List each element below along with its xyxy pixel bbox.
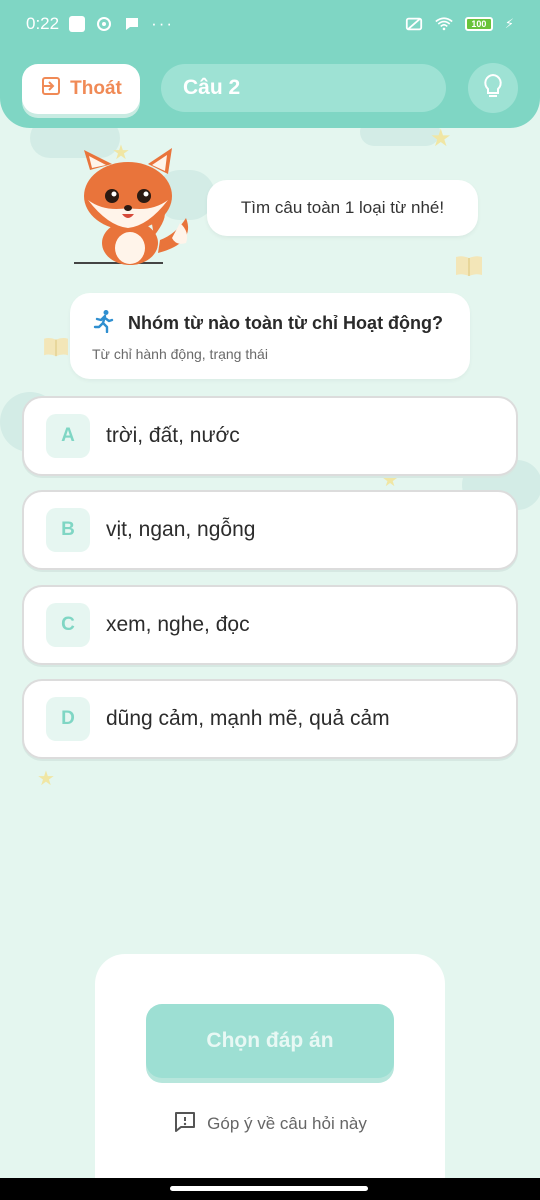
option-b[interactable]: B vịt, ngan, ngỗng: [22, 490, 518, 570]
book-icon: [454, 254, 484, 283]
star-icon: ★: [37, 768, 55, 790]
hint-button[interactable]: [468, 63, 518, 113]
option-text: dũng cảm, mạnh mẽ, quả cảm: [106, 707, 390, 730]
star-icon: ★: [430, 125, 452, 152]
exit-label: Thoát: [70, 78, 122, 99]
status-bar: 0:22 ··· 100 ⚡: [0, 0, 540, 48]
notification-icon: [69, 16, 86, 32]
question-subtitle: Từ chỉ hành động, trạng thái: [92, 346, 268, 362]
bottom-panel: Chọn đáp án Góp ý về câu hỏi này: [95, 954, 445, 1194]
option-letter: C: [46, 603, 90, 647]
status-time: 0:22: [26, 14, 60, 33]
feedback-link[interactable]: Góp ý về câu hỏi này: [95, 1110, 445, 1138]
question-number: Câu 2: [161, 64, 446, 112]
question-title: Nhóm từ nào toàn từ chỉ Hoạt động?: [128, 313, 444, 333]
running-person-icon: [92, 309, 116, 338]
sim-off-icon: [405, 15, 423, 33]
feedback-label: Góp ý về câu hỏi này: [207, 1114, 367, 1133]
feedback-icon: [173, 1110, 197, 1139]
charging-icon: ⚡: [504, 16, 514, 31]
exit-icon: [40, 75, 62, 103]
option-letter: A: [46, 414, 90, 458]
battery-icon: 100: [464, 17, 493, 31]
option-a[interactable]: A trời, đất, nước: [22, 396, 518, 476]
option-letter: B: [46, 508, 90, 552]
book-icon: [42, 336, 70, 363]
question-card: Nhóm từ nào toàn từ chỉ Hoạt động? Từ ch…: [70, 293, 470, 379]
vpn-icon: [95, 15, 113, 33]
header: Thoát Câu 2: [0, 48, 540, 128]
fox-mascot: [68, 148, 198, 268]
message-icon: [123, 15, 141, 33]
choose-answer-button[interactable]: Chọn đáp án: [146, 1004, 394, 1078]
option-text: trời, đất, nước: [106, 424, 240, 447]
more-icon: ···: [151, 14, 175, 33]
option-letter: D: [46, 697, 90, 741]
lightbulb-icon: [482, 73, 504, 104]
exit-button[interactable]: Thoát: [22, 64, 140, 114]
option-d[interactable]: D dũng cảm, mạnh mẽ, quả cảm: [22, 679, 518, 759]
option-text: vịt, ngan, ngỗng: [106, 518, 256, 541]
system-nav-bar: [0, 1178, 540, 1200]
option-c[interactable]: C xem, nghe, đọc: [22, 585, 518, 665]
home-handle[interactable]: [170, 1186, 368, 1191]
wifi-icon: [435, 15, 453, 33]
option-text: xem, nghe, đọc: [106, 613, 250, 636]
mascot-speech-bubble: Tìm câu toàn 1 loại từ nhé!: [207, 180, 478, 236]
